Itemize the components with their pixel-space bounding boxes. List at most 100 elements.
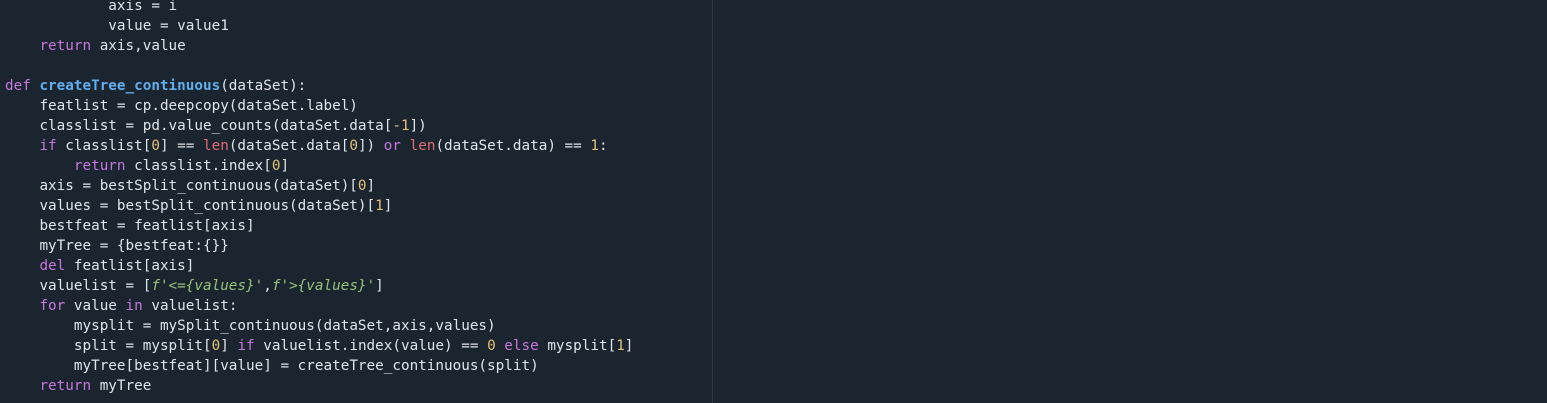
code-line: return myTree (5, 376, 151, 396)
empty-editor-pane[interactable] (713, 0, 1547, 403)
code-token: 1 (616, 338, 625, 354)
code-pane[interactable]: axis = i value = value1 return axis,valu… (0, 0, 712, 403)
code-token: , (263, 278, 272, 294)
code-line: split = mysplit[0] if valuelist.index(va… (5, 336, 634, 356)
code-line: return classlist.index[0] (5, 156, 289, 176)
code-line: myTree = {bestfeat:{}} (5, 236, 229, 256)
code-line: def createTree_continuous(dataSet): (5, 76, 306, 96)
code-token: del (39, 258, 66, 274)
code-token: for (39, 298, 66, 314)
code-token: 0 (487, 338, 496, 354)
code-token: f'<={values}' (151, 278, 264, 294)
code-token: values = bestSplit_continuous(dataSet)[ (39, 198, 376, 214)
code-line: value = value1 (5, 16, 229, 36)
code-token: ]) (357, 138, 384, 154)
code-token: ] == (159, 138, 203, 154)
code-token: (dataSet.data[ (228, 138, 350, 154)
code-token: ] (624, 338, 634, 354)
code-token: (dataSet.data) == (435, 138, 591, 154)
code-token: if (237, 338, 255, 354)
code-token: ] (383, 198, 393, 214)
code-token: ] (375, 278, 384, 294)
code-token: 1 (590, 138, 599, 154)
code-token: mysplit = mySplit_continuous(dataSet,axi… (73, 318, 496, 334)
code-token: myTree (91, 378, 152, 394)
code-token: : (598, 138, 608, 154)
code-token: 0 (211, 338, 221, 354)
code-token: classlist[ (56, 138, 152, 154)
code-token: if (39, 138, 57, 154)
code-line: classlist = pd.value_counts(dataSet.data… (5, 116, 427, 136)
code-line: axis = i (5, 0, 177, 16)
code-line: axis = bestSplit_continuous(dataSet)[0] (5, 176, 375, 196)
code-token: ] (220, 338, 238, 354)
code-token: else (504, 338, 539, 354)
code-token: valuelist = [ (39, 278, 152, 294)
code-token: 0 (349, 138, 358, 154)
code-token: in (125, 298, 143, 314)
code-token: valuelist.index(value) == (254, 338, 488, 354)
code-token: f'>{values}' (271, 278, 376, 294)
code-token: featlist[axis] (65, 258, 195, 274)
code-line: values = bestSplit_continuous(dataSet)[1… (5, 196, 392, 216)
code-token: len (203, 138, 229, 154)
code-token: featlist = cp.deepcopy(dataSet.label) (39, 98, 358, 114)
code-token: def (5, 78, 31, 94)
code-token: valuelist: (142, 298, 238, 314)
code-editor[interactable]: axis = i value = value1 return axis,valu… (0, 0, 1547, 403)
code-token: classlist = pd.value_counts(dataSet.data… (39, 118, 393, 134)
code-token: mysplit[ (538, 338, 617, 354)
code-token: value (65, 298, 126, 314)
code-token: ]) (409, 118, 427, 134)
code-token: bestfeat = featlist[axis] (39, 218, 255, 234)
code-token: return (39, 38, 92, 54)
code-line: return axis,value (5, 36, 186, 56)
code-token: 1 (375, 198, 384, 214)
code-token: split = mysplit[ (73, 338, 212, 354)
code-token: return (73, 158, 126, 174)
code-token: ] (280, 158, 290, 174)
code-token: axis,value (91, 38, 186, 54)
code-token: myTree = {bestfeat:{}} (39, 238, 229, 254)
code-token: classlist.index[ (125, 158, 272, 174)
code-token: -1 (392, 118, 410, 134)
code-token: value = value1 (108, 18, 229, 34)
code-token: return (39, 378, 92, 394)
code-token: myTree[bestfeat][value] = createTree_con… (73, 358, 539, 374)
code-line: valuelist = [f'<={values}',f'>{values}'] (5, 276, 384, 296)
code-token: ] (366, 178, 376, 194)
code-line: featlist = cp.deepcopy(dataSet.label) (5, 96, 358, 116)
code-token: 0 (357, 178, 367, 194)
code-line: bestfeat = featlist[axis] (5, 216, 255, 236)
code-token: axis = bestSplit_continuous(dataSet)[ (39, 178, 358, 194)
code-token: 0 (151, 138, 160, 154)
code-line: mysplit = mySplit_continuous(dataSet,axi… (5, 316, 496, 336)
code-line: del featlist[axis] (5, 256, 194, 276)
code-line: myTree[bestfeat][value] = createTree_con… (5, 356, 539, 376)
code-line: if classlist[0] == len(dataSet.data[0]) … (5, 136, 608, 156)
code-token: axis = i (108, 0, 178, 14)
code-token: createTree_continuous (39, 78, 221, 94)
code-token: (dataSet): (220, 78, 307, 94)
code-line: for value in valuelist: (5, 296, 237, 316)
